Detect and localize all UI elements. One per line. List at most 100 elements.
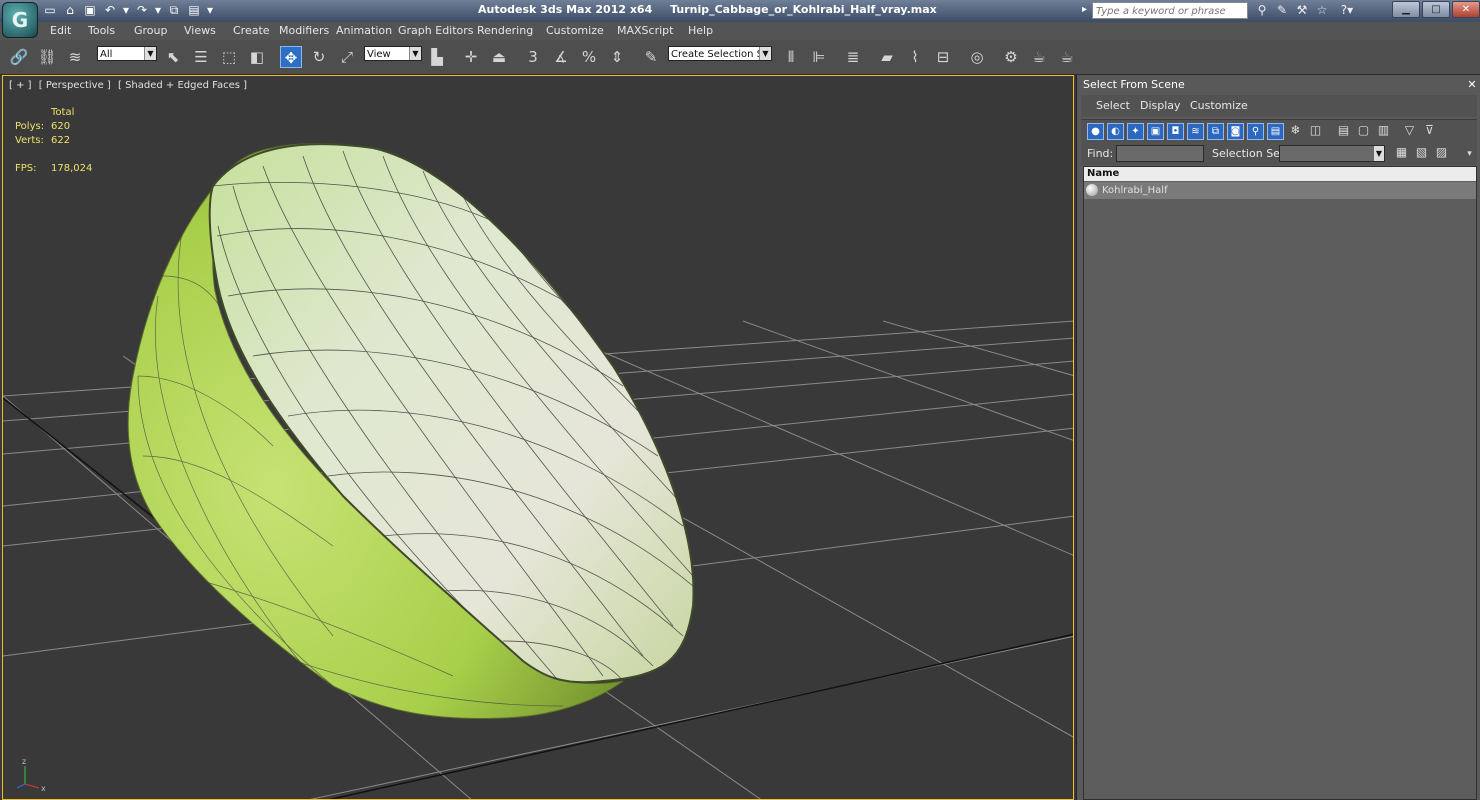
redo-dropdown-icon[interactable]: ▾ (154, 3, 162, 18)
open-file-icon[interactable]: ⌂ (62, 3, 78, 18)
display-geometry-icon[interactable]: ● (1087, 123, 1104, 140)
display-xrefs-icon[interactable]: ◙ (1227, 123, 1244, 140)
select-and-rotate-icon[interactable]: ↻ (308, 46, 330, 68)
display-cameras-icon[interactable]: ▣ (1147, 123, 1164, 140)
mirror-icon[interactable]: ⫴ (780, 46, 802, 68)
viewport-label[interactable]: [ + ] [ Perspective ] [ Shaded + Edged F… (9, 80, 247, 91)
display-bones-icon[interactable]: ⚲ (1247, 123, 1264, 140)
close-icon[interactable]: ✕ (1466, 79, 1478, 91)
object-list[interactable]: Name Kohlrabi_Half (1083, 166, 1477, 800)
menu-edit[interactable]: Edit (50, 24, 71, 37)
selection-filter-dropdown[interactable]: All ▼ (97, 46, 157, 61)
render-production-icon[interactable]: ☕ (1056, 46, 1078, 68)
viewport-pov-label[interactable]: [ Perspective ] (39, 80, 111, 91)
layer-manager-icon[interactable]: ≣ (842, 46, 864, 68)
options-dropdown-icon[interactable]: ▾ (1461, 147, 1478, 164)
select-by-name-icon[interactable]: ☰ (190, 46, 212, 68)
display-hidden-icon[interactable]: ◫ (1307, 123, 1324, 140)
link-icon[interactable]: 🔗 (8, 46, 30, 68)
minimize-icon[interactable]: ▁ (1392, 1, 1420, 18)
select-all-icon[interactable]: ▤ (1335, 123, 1352, 140)
search-expand-icon[interactable]: ▸ (1082, 4, 1087, 15)
schematic-view-icon[interactable]: ⊟ (932, 46, 954, 68)
close-icon[interactable]: ✕ (1452, 1, 1480, 18)
display-space-warps-icon[interactable]: ≋ (1187, 123, 1204, 140)
menu-modifiers[interactable]: Modifiers (279, 24, 329, 37)
find-input[interactable] (1116, 145, 1204, 162)
rectangular-selection-icon[interactable]: ⬚ (218, 46, 240, 68)
display-lights-icon[interactable]: ✦ (1127, 123, 1144, 140)
menu-tools[interactable]: Tools (88, 24, 115, 37)
rendered-frame-window-icon[interactable]: ☕ (1028, 46, 1050, 68)
dialog-title[interactable]: Select From Scene (1077, 75, 1480, 95)
hold-icon[interactable]: ⧉ (166, 3, 182, 18)
filter-options-icon[interactable]: ⊽ (1421, 123, 1438, 140)
pivot-point-center-icon[interactable]: ▙ (426, 46, 448, 68)
display-groups-icon[interactable]: ⧉ (1207, 123, 1224, 140)
perspective-viewport[interactable]: z x [ + ] [ Perspective ] [ Shaded + Edg… (2, 75, 1074, 800)
select-invert-icon[interactable]: ▥ (1375, 123, 1392, 140)
menu-views[interactable]: Views (184, 24, 216, 37)
display-frozen-icon[interactable]: ❄ (1287, 123, 1304, 140)
qa-customize-icon[interactable]: ▾ (206, 3, 214, 18)
project-folder-icon[interactable]: ▤ (186, 3, 202, 18)
menu-rendering[interactable]: Rendering (477, 24, 533, 37)
menu-display[interactable]: Display (1140, 99, 1181, 112)
maximize-icon[interactable]: □ (1422, 1, 1450, 18)
percent-snap-icon[interactable]: % (578, 46, 600, 68)
menu-maxscript[interactable]: MAXScript (617, 24, 673, 37)
name-column-header[interactable]: Name (1084, 167, 1476, 181)
menu-customize[interactable]: Customize (1190, 99, 1248, 112)
align-icon[interactable]: ⊫ (808, 46, 830, 68)
named-selection-set-dropdown[interactable]: Create Selection Se ▼ (668, 46, 772, 61)
menu-select[interactable]: Select (1096, 99, 1130, 112)
menu-create[interactable]: Create (233, 24, 270, 37)
angle-snap-icon[interactable]: ∡ (550, 46, 572, 68)
viewport-shading-label[interactable]: [ Shaded + Edged Faces ] (118, 80, 247, 91)
menu-help[interactable]: Help (688, 24, 713, 37)
bind-space-warp-icon[interactable]: ≋ (64, 46, 86, 68)
new-file-icon[interactable]: ▭ (42, 3, 58, 18)
reference-coordinate-dropdown[interactable]: View ▼ (364, 46, 422, 61)
window-crossing-icon[interactable]: ◧ (246, 46, 268, 68)
binoculars-icon[interactable]: ⚲ (1254, 3, 1270, 18)
redo-icon[interactable]: ↷ (134, 3, 150, 18)
favorites-star-icon[interactable]: ☆ (1314, 3, 1330, 18)
filter-icon[interactable]: ▽ (1401, 123, 1418, 140)
keyword-search-input[interactable]: Type a keyword or phrase (1092, 2, 1248, 19)
select-and-move-icon[interactable]: ✥ (280, 46, 302, 68)
material-editor-icon[interactable]: ◎ (966, 46, 988, 68)
subscription-icon[interactable]: ✎ (1274, 3, 1290, 18)
keyboard-shortcut-override-icon[interactable]: ⏏ (488, 46, 510, 68)
help-icon[interactable]: ?▾ (1334, 3, 1360, 18)
display-shapes-icon[interactable]: ◐ (1107, 123, 1124, 140)
selection-set-dropdown[interactable]: ▼ (1279, 145, 1385, 162)
manipulate-icon[interactable]: ✛ (460, 46, 482, 68)
graphite-modeling-tools-icon[interactable]: ▰ (876, 46, 898, 68)
menu-customize[interactable]: Customize (546, 24, 604, 37)
edit-named-selection-icon[interactable]: ✎ (640, 46, 662, 68)
unlink-icon[interactable]: ⛓ (36, 46, 58, 68)
undo-dropdown-icon[interactable]: ▾ (122, 3, 130, 18)
display-containers-icon[interactable]: ▤ (1267, 123, 1284, 140)
menu-animation[interactable]: Animation (336, 24, 392, 37)
curve-editor-icon[interactable]: ⌇ (904, 46, 926, 68)
viewport-menu-label[interactable]: [ + ] (9, 80, 32, 91)
list-item[interactable]: Kohlrabi_Half (1084, 182, 1476, 199)
save-icon[interactable]: ▣ (82, 3, 98, 18)
communication-icon[interactable]: ⚒ (1294, 3, 1310, 18)
select-and-scale-icon[interactable]: ⤢ (336, 46, 358, 68)
add-to-selection-set-icon[interactable]: ▧ (1413, 145, 1430, 162)
undo-icon[interactable]: ↶ (102, 3, 118, 18)
application-button[interactable]: G (2, 2, 38, 38)
spinner-snap-icon[interactable]: ⇕ (606, 46, 628, 68)
snaps-toggle-icon[interactable]: 3 (522, 46, 544, 68)
render-setup-icon[interactable]: ⚙ (1000, 46, 1022, 68)
select-object-icon[interactable]: ⬉ (162, 46, 184, 68)
menu-graph-editors[interactable]: Graph Editors (398, 24, 474, 37)
display-helpers-icon[interactable]: ◘ (1167, 123, 1184, 140)
remove-from-selection-set-icon[interactable]: ▨ (1433, 145, 1450, 162)
menu-group[interactable]: Group (134, 24, 168, 37)
select-none-icon[interactable]: ▢ (1355, 123, 1372, 140)
create-selection-set-icon[interactable]: ▦ (1393, 145, 1410, 162)
